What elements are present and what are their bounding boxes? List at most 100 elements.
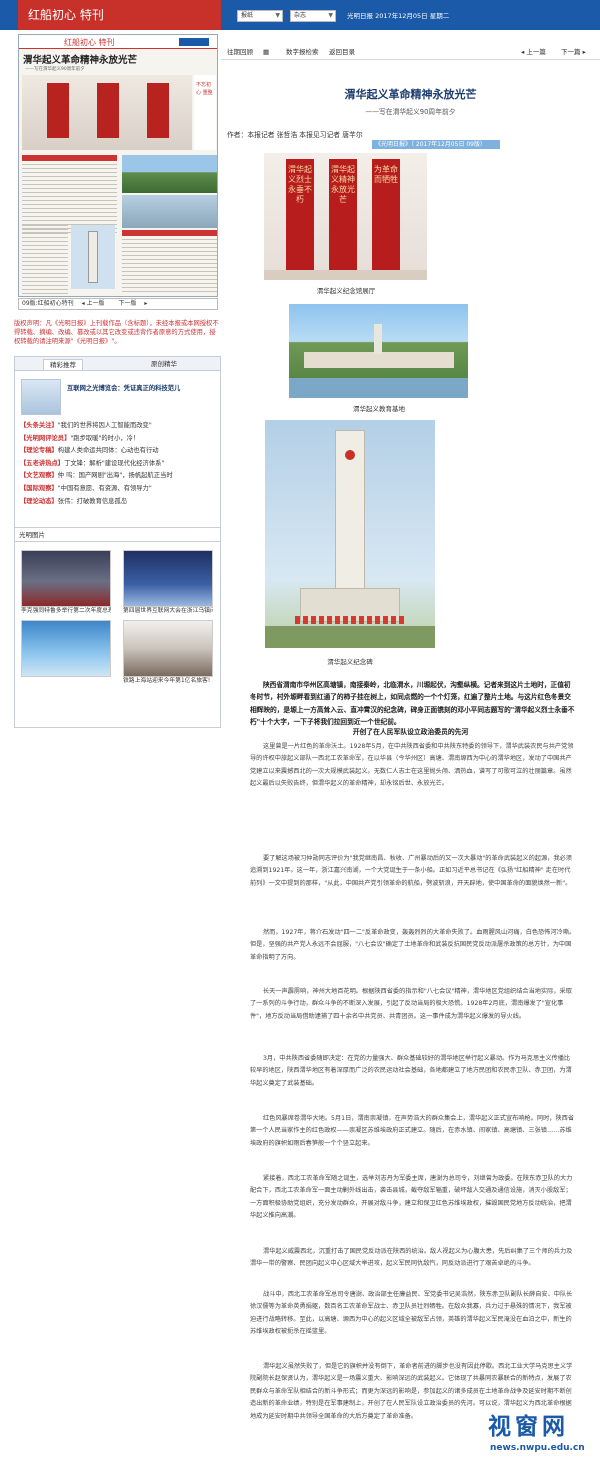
list-item-tag: 【国际观察】: [20, 484, 58, 492]
list-item-tag: 【理论动态】: [20, 497, 58, 505]
magazine-select[interactable]: 杂志 ▼: [290, 10, 336, 22]
figure-caption: 渭华起义纪念馆展厅: [316, 287, 376, 295]
article-paragraph: 这里曾是一片红色的革命沃土。1928年5月，在中共陕西省委和中共陕东特委的领导下…: [250, 743, 574, 788]
memorial-board: 渭华起义精神永放光芒: [329, 159, 357, 274]
list-item-text: 仲 呜：国产网剧"出海"，扬帆起航正当时: [57, 472, 173, 480]
star-emblem-icon: [345, 450, 355, 460]
lake-graphic: [289, 378, 468, 398]
article-subtitle: ——写在渭华起义90周年前夕: [365, 108, 456, 116]
flag-row-graphic: [295, 616, 405, 624]
photo-panel-heading: 光明图片: [15, 528, 220, 542]
list-item[interactable]: 【理论专稿】构建人类命运共同体：心动也有行动: [20, 445, 218, 458]
tower-graphic: [374, 324, 382, 354]
thumbnail-hall-photo: [22, 75, 192, 150]
thumbnail-text-block: [22, 164, 117, 234]
list-item-tag: 【文艺观察】: [20, 472, 58, 480]
exhibition-hall-photo: 渭华起义烈士永垂不朽 渭华起义精神永放光芒 为革命而牺牲: [264, 153, 427, 280]
figure-exhibition-hall: 渭华起义烈士永垂不朽 渭华起义精神永放光芒 为革命而牺牲 渭华起义纪念馆展厅: [264, 153, 427, 295]
list-item[interactable]: 【五老讲热点】丁文锋：解析"建设现代化经济体系": [20, 458, 218, 471]
newspaper-page-thumbnail[interactable]: 红船初心 特刊 渭华起义革命精神永放光芒 ——写在渭华起义90周年前夕 不忘初心…: [18, 34, 218, 297]
special-issue-banner: 红船初心 特刊: [18, 0, 221, 30]
next-page-link[interactable]: 下一版 ▸: [118, 300, 147, 307]
article-paragraph: 长天一声霹雳响，神州大地百花明。根据陕西省委的指示和"八七会议"精神，渭华地区党…: [250, 988, 572, 1020]
monument-graphic: [88, 231, 98, 283]
thumbnail-monument-photo: [71, 225, 115, 289]
photo-thumbnail: [123, 550, 213, 607]
list-item-tag: 【五老讲热点】: [20, 459, 65, 467]
article-paragraph: 3月，中共陕西省委随即决定：在党的力量强大、群众基础较好的渭华地区举行起义暴动。…: [250, 1055, 572, 1087]
featured-title-link[interactable]: 互联网之光博览会：凭证真正的科技范儿: [67, 383, 180, 392]
article-paragraph: 战斗中，西北工农革命军总司令唐澍、政治部主任廉益民、军党委书记吴浩然，陕东赤卫队…: [250, 1291, 573, 1336]
list-item-text: 构建人类命运共同体：心动也有行动: [57, 447, 159, 455]
article-toolbar: 往期回顾 ▦ 数字报检索 返回目录 ◂ 上一篇 下一篇 ▸: [221, 44, 600, 60]
thumbnail-masthead: 红船初心 特刊: [19, 35, 217, 49]
list-item-text: "我们的世界将因人工智能而改变": [57, 422, 152, 429]
page-navigator: 09版:红船初心特刊 ◂ 上一版 下一版 ▸: [18, 298, 218, 310]
next-page-label: 下一版: [118, 300, 137, 307]
watermark-title: 视窗网: [488, 1414, 569, 1440]
digital-search-link[interactable]: 数字报检索: [286, 47, 319, 57]
figure-caption: 渭华起义纪念碑: [327, 658, 373, 666]
publication-type-select[interactable]: 报纸 ▼: [237, 10, 283, 22]
top-bar: 红船初心 特刊 报纸 ▼ 杂志 ▼ 光明日报 2017年12月05日 星期二: [0, 0, 600, 30]
featured-image[interactable]: [21, 379, 61, 415]
list-item[interactable]: 【理论动态】张伟：打破教育信息孤岛: [20, 496, 218, 509]
article-lead: 陕西省渭南市华州区高塘镇，南接秦岭，北临渭水，川塬起伏，沟壑纵横。记者来到这片土…: [250, 681, 575, 727]
figure-monument: 渭华起义纪念碑: [265, 420, 435, 666]
prev-issue-link[interactable]: 往期回顾: [227, 47, 253, 57]
prev-article-link[interactable]: ◂ 上一篇: [521, 47, 546, 57]
magazine-select-value: 杂志: [294, 12, 307, 19]
article-source: 《光明日报》（ 2017年12月05日 09版）: [372, 140, 500, 149]
prev-page-link[interactable]: ◂ 上一版: [82, 300, 111, 307]
article-paragraph: 紧接着，西北工农革命军随之诞生，选举刘志丹为军委主席，唐澍为总司令，刘继曾为政委…: [250, 1175, 573, 1220]
photo-item[interactable]: 第四届世界互联网大会在浙江乌镇闭: [123, 550, 213, 616]
tab-featured[interactable]: 精彩推荐: [43, 359, 83, 370]
photo-caption: 第四届世界互联网大会在浙江乌镇闭: [123, 608, 213, 614]
page-label: 09版:红船初心特刊: [22, 300, 74, 307]
calendar-icon[interactable]: ▦: [263, 47, 269, 57]
memorial-board: 为革命而牺牲: [372, 159, 400, 274]
list-item-text: 张伟：打破教育信息孤岛: [57, 497, 128, 505]
photo-caption: 李克强同特鲁多举行第二次年度总理: [21, 608, 111, 614]
photo-thumbnail: [123, 620, 213, 677]
photo-item[interactable]: 铁路上海站迎来今年第1亿名旅客!: [123, 620, 213, 686]
thumbnail-red-rule: [122, 230, 217, 236]
chevron-down-icon: ▼: [328, 12, 333, 19]
list-item[interactable]: 【文艺观察】仲 呜：国产网剧"出海"，扬帆起航正当时: [20, 470, 218, 483]
thumbnail-subline: ——写在渭华起义90周年前夕: [25, 67, 85, 72]
thumbnail-masthead-text: 红船初心 特刊: [64, 38, 115, 47]
list-item[interactable]: 【头条关注】"我们的世界将因人工智能而改变": [20, 420, 218, 433]
article-paragraph: 红色风暴席卷渭华大地。5月1日，渭南崇凝镇，在声势浩大的群众集会上，渭华起义正式…: [250, 1115, 575, 1147]
list-item-tag: 【理论专稿】: [20, 447, 58, 455]
list-item[interactable]: 【光明网评论员】"跑步取暖"的时小，冷！: [20, 433, 218, 446]
photo-thumbnail: [21, 620, 111, 677]
list-item-text: 丁文锋：解析"建设现代化经济体系": [64, 459, 165, 467]
thumbnail-base-photo: [122, 155, 217, 193]
photo-item[interactable]: [21, 620, 111, 677]
red-board-graphic: [97, 83, 119, 138]
red-board-graphic: [47, 83, 69, 138]
list-item[interactable]: 【国际观察】"中国有意愿、有资源、有领导力": [20, 483, 218, 496]
prev-article-label: 上一篇: [526, 48, 546, 56]
thumbnail-text-block: [22, 225, 68, 295]
recommend-list: 【头条关注】"我们的世界将因人工智能而改变" 【光明网评论员】"跑步取暖"的时小…: [20, 420, 218, 508]
article-byline: 作者：本报记者 张哲浩 本报见习记者 唐芊尔: [227, 131, 363, 139]
thumbnail-red-rule: [22, 155, 117, 161]
photo-thumbnail: [21, 550, 111, 607]
publication-type-value: 报纸: [241, 12, 254, 19]
watermark-url: news.nwpu.edu.cn: [490, 1443, 585, 1453]
article-paragraph: 要了解这场被习仲勋同志评价为"我党继南昌、秋收、广州暴动后的又一次大暴动"的革命…: [250, 855, 572, 887]
back-to-contents-link[interactable]: 返回目录: [329, 47, 355, 57]
photo-item[interactable]: 李克强同特鲁多举行第二次年度总理: [21, 550, 111, 616]
next-article-link[interactable]: 下一篇 ▸: [561, 47, 586, 57]
memorial-board: 渭华起义烈士永垂不朽: [286, 159, 314, 274]
article-paragraph: 然而，1927年，蒋介石发动"四一二"反革命政变，轰轰烈烈的大革命失败了。血雨腥…: [250, 929, 576, 961]
next-article-label: 下一篇: [561, 48, 581, 56]
figure-education-base: 渭华起义教育基地: [289, 304, 468, 413]
monument-photo: [265, 420, 435, 648]
article-title: 渭华起义革命精神永放光芒: [344, 88, 477, 101]
thumbnail-photo: [122, 195, 217, 228]
red-board-graphic: [147, 83, 169, 138]
issue-date: 光明日报 2017年12月05日 星期二: [347, 12, 450, 20]
tab-original[interactable]: 原创精华: [145, 359, 183, 370]
